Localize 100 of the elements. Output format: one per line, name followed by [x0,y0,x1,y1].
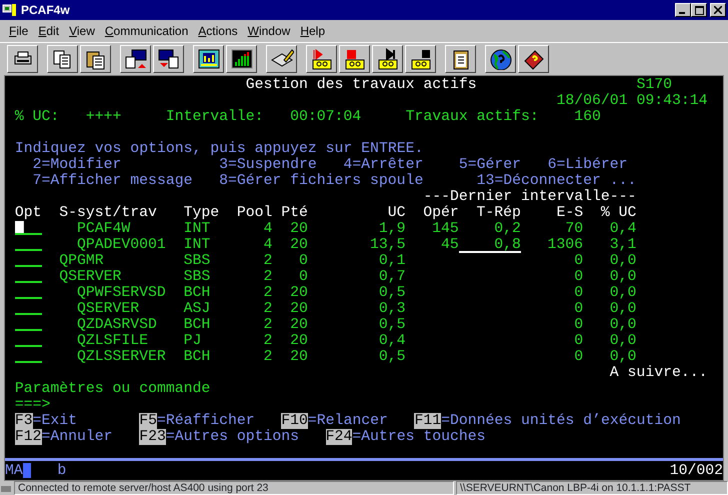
help-button[interactable] [518,45,549,73]
column-header: Opér [422,205,459,221]
function-key-label: =Autres options [166,429,300,445]
table-cell-text: 20 [289,221,308,237]
table-cell-text: 20 [289,237,308,253]
option-text: 2=Modifier [32,157,122,173]
table-cell-text: 0 [298,269,308,285]
close-icon [714,6,722,14]
column-header: E-S [555,205,584,221]
command-prompt: ===> [14,397,50,413]
menu-item[interactable]: File [4,21,34,41]
stat-value: 160 [574,109,601,125]
stop-icon [342,48,366,70]
display-button[interactable] [193,45,224,73]
instruction-text: Indiquez vos options, puis appuyez sur ENTREE. [14,141,424,157]
cursor-block [22,463,31,478]
copy-button[interactable] [47,45,78,73]
more-indicator: A suivre... [610,365,708,381]
function-key[interactable]: F10 [281,413,308,429]
function-key[interactable]: F5 [139,413,157,429]
stat-label: % UC: [14,109,60,125]
function-key[interactable]: F23 [139,429,166,445]
table-cell-text: QZLSFILE [77,333,150,349]
table-cell-text: 45 [440,237,459,253]
print-button[interactable] [7,45,38,73]
table-cell-text: 0,5 [378,285,406,301]
cursor-position: 10/002 [670,463,723,478]
close-button[interactable] [710,3,726,17]
meter-button[interactable] [226,45,257,73]
menu-item[interactable]: Actions [193,21,243,41]
stop-macro-button[interactable] [339,45,370,73]
column-header: % UC [600,205,636,221]
paste-button[interactable] [80,45,111,73]
stat-label: Intervalle: [166,109,264,125]
column-header: Pté [281,205,308,221]
table-cell-text: 2 [262,301,272,317]
function-key-label: =Exit [32,413,78,429]
play-macro-button[interactable] [306,45,337,73]
function-key[interactable]: F11 [414,413,442,429]
menu-item[interactable]: Help [295,21,330,41]
menu-item[interactable]: Communication [100,21,194,41]
table-cell-text: 0,0 [608,349,636,365]
window-title: PCAF4w [21,2,70,19]
table-cell-text: 13,5 [368,237,406,253]
table-cell-text: 2 [262,269,272,285]
step-macro-button[interactable] [372,45,403,73]
receive-button[interactable] [153,45,184,73]
table-cell-text: 1,9 [378,221,406,237]
table-cell-text: BCH [184,349,212,365]
record-macro-button[interactable] [405,45,436,73]
menu-item[interactable]: View [64,21,100,41]
field-indicator: b [57,463,66,478]
function-key[interactable]: F12 [14,429,42,445]
table-cell-text: 0 [573,285,584,301]
clipboard-button[interactable] [445,45,476,73]
table-cell-text: 20 [289,301,308,317]
table-cell-text: 0,0 [608,333,636,349]
table-cell-text: 4 [262,237,272,253]
table-cell-text: 0,1 [378,253,406,269]
table-cell-text: PJ [184,333,202,349]
step-icon [376,48,400,70]
table-cell-text: 0 [298,253,308,269]
maximize-button[interactable] [691,3,707,17]
option-text: 6=Libérer [548,157,628,173]
chart-icon [196,48,220,70]
keyboard-button[interactable] [266,45,297,73]
table-cell-text: 2 [262,317,272,333]
table-cell-text: 0,0 [608,269,636,285]
menu-item[interactable]: Window [242,21,296,41]
table-cell-text: 0,0 [608,301,636,317]
send-button[interactable] [120,45,151,73]
table-cell-text: 20 [289,333,308,349]
stat-label: Travaux actifs: [406,109,539,125]
table-cell-text: QPGMR [59,253,105,269]
web-help-button[interactable] [485,45,516,73]
group-header: ---Dernier intervalle--- [423,189,636,205]
table-cell-text: 0,0 [608,317,636,333]
table-cell-text: 0,4 [608,221,636,237]
menu-item[interactable]: Edit [33,21,64,41]
minimize-button[interactable] [675,3,691,17]
system-name: S170 [636,77,672,93]
table-cell-text: 0,5 [378,349,406,365]
table-cell-text: SBS [184,253,212,269]
book-icon [522,48,546,70]
table-cell-text: QPADEV0001 [77,237,167,253]
table-cell-text: 20 [289,317,308,333]
table-cell-text: 20 [289,285,308,301]
function-key-label: =Autres touches [352,429,486,445]
table-cell-text: BCH [184,285,212,301]
table-cell-text: 4 [262,221,272,237]
option-text: 13=Déconnecter ... [476,173,636,189]
option-text: 4=Arrêter [343,157,424,173]
option-text: 5=Gérer [458,157,522,173]
function-key[interactable]: F24 [326,429,352,445]
time-text: 09:43:14 [636,93,708,109]
status-text: \\SERVEURNT\Canon LBP-4i on 10.1.1.1:PASST [456,481,728,495]
column-header: Type [184,205,220,221]
function-key[interactable]: F3 [14,413,33,429]
function-key-label: =Annuler [42,429,113,445]
table-cell-text: 3,1 [608,237,636,253]
